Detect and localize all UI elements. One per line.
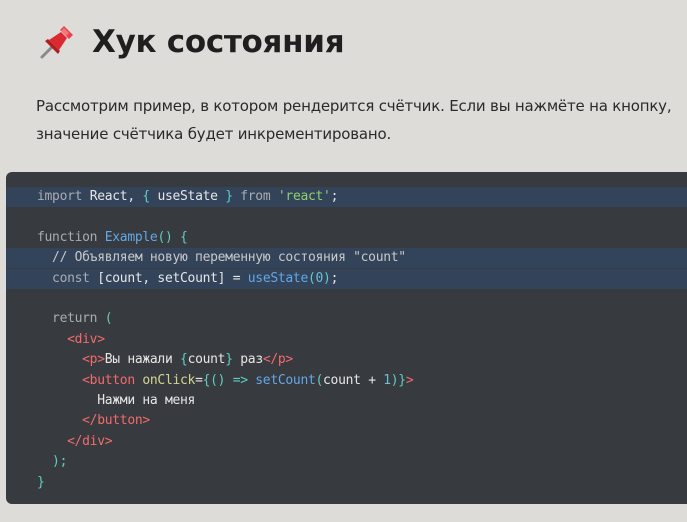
- code-line: );: [6, 452, 687, 472]
- code-token: <div>: [37, 331, 105, 347]
- code-token: {() =>: [202, 372, 256, 388]
- code-token: (: [307, 270, 316, 286]
- code-token: import: [37, 189, 90, 204]
- code-token: <p>: [37, 352, 105, 368]
- code-line: Нажми на меня: [6, 391, 687, 411]
- code-line-text: <button onClick={() => setCount(count + …: [37, 371, 414, 391]
- code-block[interactable]: import React, { useState } from 'react';…: [6, 172, 687, 504]
- code-line-text: const [count, setCount] = useState(0);: [37, 269, 338, 289]
- pushpin-icon: [40, 26, 73, 59]
- code-line: return (: [6, 309, 687, 329]
- code-token: =: [195, 372, 203, 388]
- code-token: {: [180, 352, 188, 368]
- code-token: setCount: [255, 372, 316, 388]
- code-token: }: [225, 352, 233, 368]
- page-title: Хук состояния: [92, 24, 345, 60]
- code-token: useState: [247, 270, 309, 286]
- code-line: <button onClick={() => setCount(count + …: [6, 371, 687, 391]
- code-token: {: [142, 189, 158, 204]
- code-token: React,: [89, 189, 143, 204]
- code-token: </button>: [37, 413, 150, 429]
- code-token: function: [37, 229, 105, 245]
- code-token: Нажми на меня: [37, 393, 196, 408]
- code-token: 'react': [277, 189, 331, 204]
- code-token: )}: [390, 372, 406, 388]
- code-line-text: Нажми на меня: [37, 391, 195, 411]
- code-line: // Объявляем новую переменную состояния …: [6, 248, 687, 269]
- code-token: Example: [104, 229, 158, 245]
- section-heading: Хук состояния: [36, 20, 345, 64]
- code-token: }: [37, 474, 45, 490]
- code-line: function Example() {: [6, 228, 687, 248]
- code-token: [count, setCount] =: [97, 270, 248, 286]
- code-token: >: [405, 372, 414, 388]
- code-token: <button: [37, 372, 143, 388]
- code-token: Вы нажали: [104, 352, 181, 368]
- code-line-text: function Example() {: [37, 228, 188, 248]
- code-token: раз: [232, 352, 263, 368]
- code-line-text: <p>Вы нажали {count} раз</p>: [37, 350, 293, 370]
- intro-line-2: значение счётчика будет инкрементировано…: [36, 125, 392, 143]
- intro-line-1: Рассмотрим пример, в котором рендерится …: [36, 97, 672, 115]
- code-token: useState: [157, 189, 226, 204]
- code-token: (: [104, 311, 113, 327]
- code-token: </div>: [37, 433, 113, 449]
- code-token: () {: [157, 229, 188, 245]
- code-line-text: }: [37, 473, 45, 493]
- code-line: }: [6, 473, 687, 493]
- code-line-text: return (: [37, 309, 113, 329]
- code-line-text: import React, { useState } from 'react';: [37, 187, 338, 207]
- intro-paragraph: Рассмотрим пример, в котором рендерится …: [36, 92, 684, 148]
- code-token: 1: [383, 372, 391, 388]
- code-token: ;: [330, 189, 339, 204]
- code-token: );: [37, 454, 68, 470]
- code-line: <div>: [6, 330, 687, 350]
- code-line-text: </div>: [37, 432, 112, 452]
- code-line-text: );: [37, 452, 67, 472]
- code-token: ): [323, 270, 331, 286]
- code-line-text: // Объявляем новую переменную состояния …: [37, 248, 406, 268]
- code-token: return: [37, 311, 105, 327]
- code-token: (: [315, 372, 324, 388]
- code-line: const [count, setCount] = useState(0);: [6, 268, 687, 289]
- code-token: </p>: [262, 352, 293, 368]
- code-token: 0: [315, 270, 324, 286]
- code-token: }: [225, 189, 233, 204]
- code-token: count: [187, 352, 226, 368]
- code-line-text: </button>: [37, 411, 150, 431]
- code-token: // Объявляем новую переменную состояния …: [37, 250, 406, 266]
- code-token: count +: [323, 372, 384, 388]
- code-line: </div>: [6, 432, 687, 452]
- code-token: const: [37, 270, 98, 286]
- code-line: <p>Вы нажали {count} раз</p>: [6, 350, 687, 370]
- code-line: </button>: [6, 411, 687, 431]
- code-token: onClick: [142, 372, 196, 388]
- code-line: import React, { useState } from 'react';: [6, 187, 687, 207]
- code-token: ;: [330, 270, 339, 286]
- code-token: from: [232, 189, 278, 204]
- code-line-text: <div>: [37, 330, 105, 350]
